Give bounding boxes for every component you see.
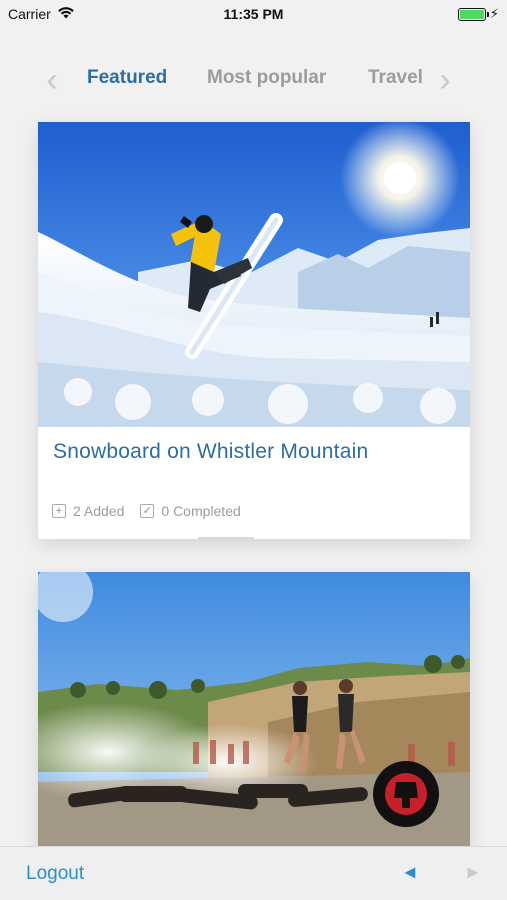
card-title[interactable]: Snowboard on Whistler Mountain	[53, 440, 368, 464]
completed-label: 0 Completed	[161, 503, 241, 519]
status-time: 11:35 PM	[223, 6, 284, 22]
forward-arrow-icon[interactable]: ►	[464, 863, 482, 881]
status-right: ⚡	[457, 6, 499, 22]
card-stats: + 2 Added ✓ 0 Completed	[52, 503, 241, 519]
checkbox-icon: ✓	[140, 504, 155, 518]
status-bar: Carrier 11:35 PM ⚡	[0, 0, 507, 28]
completed-count: ✓ 0 Completed	[140, 503, 241, 519]
bottom-toolbar: Logout ◄ ►	[0, 846, 507, 900]
back-arrow-icon[interactable]: ◄	[401, 863, 419, 881]
card-divider	[38, 537, 470, 539]
tab-travel[interactable]: Travel	[368, 67, 424, 89]
card-photo-snowboard[interactable]	[38, 122, 470, 427]
charging-icon: ⚡	[489, 6, 499, 21]
plus-box-icon: +	[52, 504, 66, 518]
carrier-label: Carrier	[8, 6, 51, 22]
tab-most-popular[interactable]: Most popular	[207, 67, 326, 89]
logout-button[interactable]: Logout	[26, 863, 84, 885]
activity-card[interactable]: Snowboard on Whistler Mountain + 2 Added…	[38, 122, 470, 539]
wifi-icon	[57, 6, 75, 22]
added-label: 2 Added	[73, 503, 125, 519]
tab-featured[interactable]: Featured	[87, 67, 167, 89]
card-photo-spartan-race[interactable]	[38, 572, 470, 862]
added-count: + 2 Added	[52, 503, 124, 519]
chevron-right-icon[interactable]: ›	[433, 63, 457, 97]
status-left: Carrier	[8, 6, 75, 22]
chevron-left-icon[interactable]: ‹	[40, 63, 64, 97]
activity-card[interactable]	[38, 572, 470, 862]
spartan-race-logo	[373, 761, 439, 827]
category-tabs: ‹ Featured Most popular Travel ›	[0, 55, 507, 105]
battery-icon	[457, 7, 489, 21]
